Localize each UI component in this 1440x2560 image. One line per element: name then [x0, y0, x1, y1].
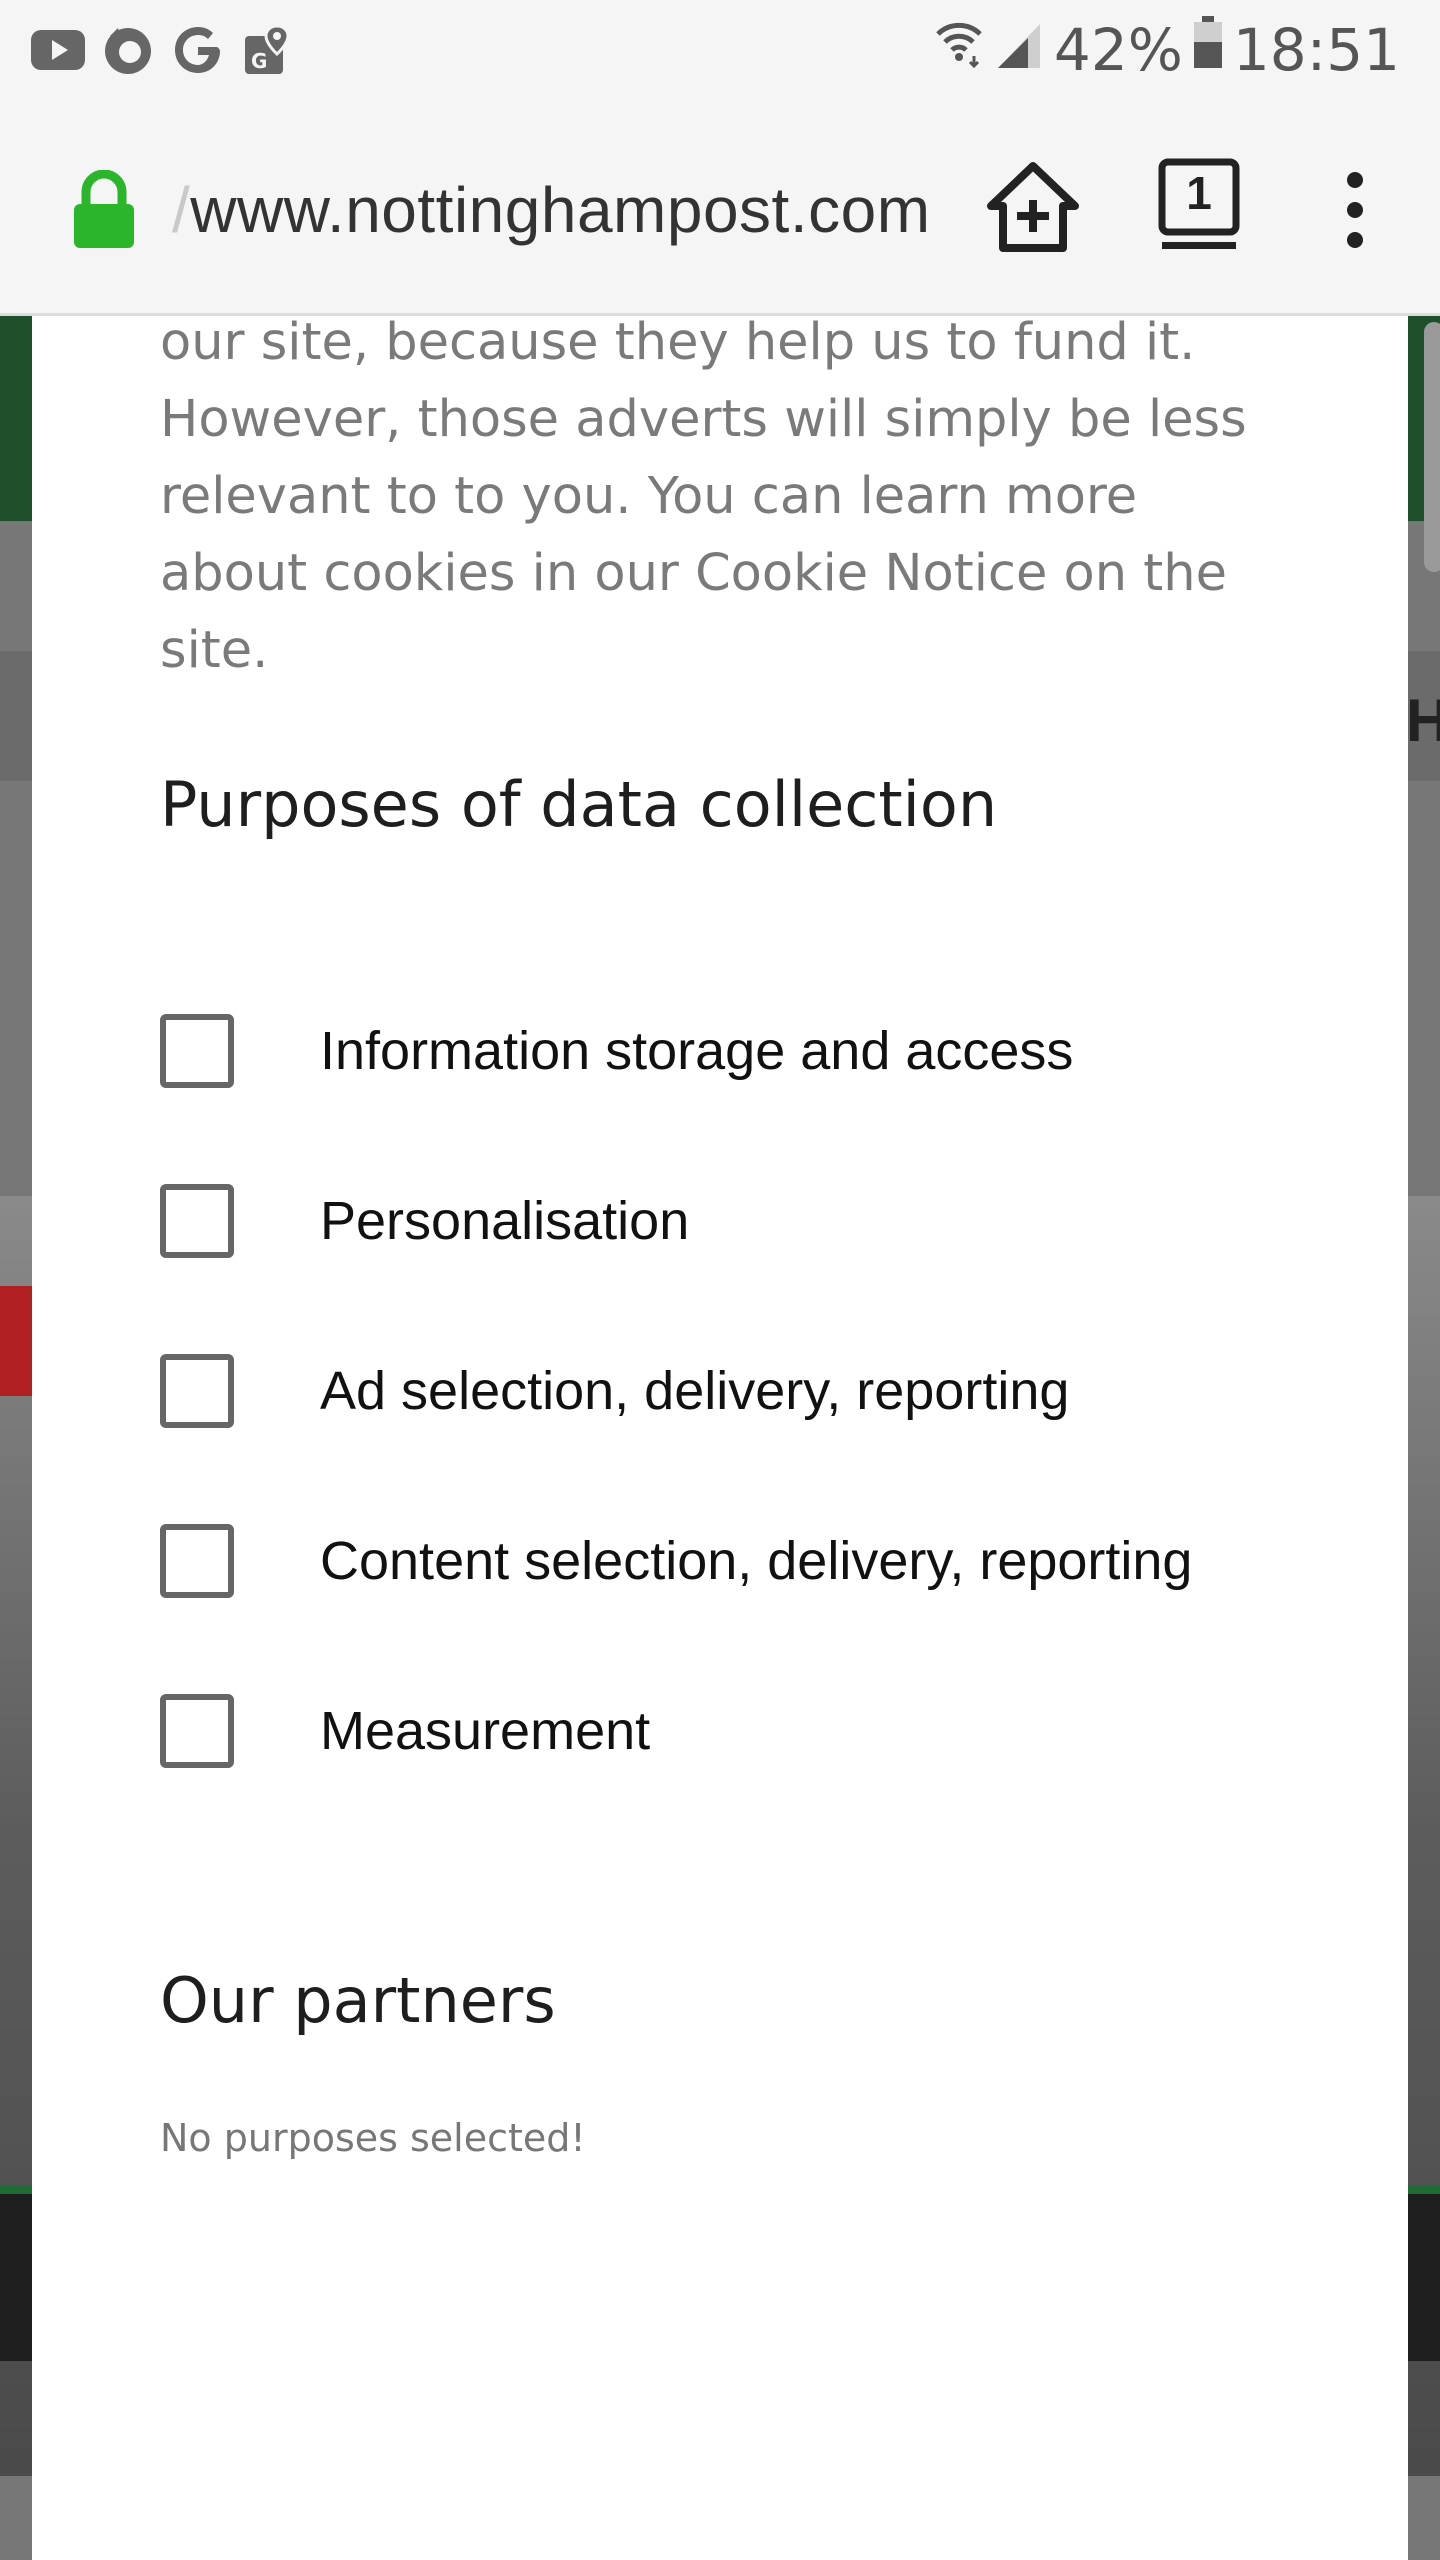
- status-indicators: 42% 18:51: [934, 14, 1400, 86]
- purpose-label: Personalisation: [320, 1191, 690, 1251]
- purpose-item-content-selection[interactable]: Content selection, delivery, reporting: [160, 1516, 1310, 1606]
- notification-icons: G: [30, 20, 296, 80]
- purpose-label: Measurement: [320, 1701, 651, 1761]
- wifi-icon: [934, 16, 984, 84]
- browser-toolbar: /www.nottinghampost.com 1: [0, 100, 1440, 316]
- intro-line: about cookies in our Cookie Notice on th…: [160, 544, 1227, 603]
- no-purposes-message: No purposes selected!: [160, 2116, 586, 2160]
- partners-heading: Our partners: [160, 1964, 556, 2037]
- background-scroll-handle: [1424, 322, 1440, 572]
- address-bar[interactable]: /www.nottinghampost.com: [172, 170, 931, 250]
- purpose-item-ad-selection[interactable]: Ad selection, delivery, reporting: [160, 1346, 1310, 1436]
- battery-icon: [1193, 16, 1223, 84]
- lock-icon[interactable]: [72, 169, 136, 250]
- google-icon: [170, 22, 226, 78]
- purpose-checkbox[interactable]: [160, 1014, 234, 1088]
- youtube-icon: [30, 22, 86, 78]
- url-prefix: /: [172, 174, 191, 246]
- purpose-label: Information storage and access: [320, 1021, 1074, 1081]
- purpose-item-information-storage[interactable]: Information storage and access: [160, 1006, 1310, 1096]
- intro-line: our site, because they help us to fund i…: [160, 316, 1196, 372]
- background-partial-text: HA: [1406, 687, 1440, 754]
- background-sign: [0, 1286, 34, 1396]
- purposes-heading: Purposes of data collection: [160, 768, 998, 841]
- intro-line: However, those adverts will simply be le…: [160, 390, 1247, 449]
- maps-icon: G: [240, 22, 296, 78]
- purpose-checkbox[interactable]: [160, 1184, 234, 1258]
- consent-modal: our site, because they help us to fund i…: [32, 316, 1408, 2560]
- intro-text: our site, because they help us to fund i…: [160, 316, 1320, 689]
- tab-switcher-button[interactable]: 1: [1158, 158, 1240, 254]
- svg-text:G: G: [251, 49, 267, 73]
- purpose-checkbox[interactable]: [160, 1354, 234, 1428]
- purpose-item-measurement[interactable]: Measurement: [160, 1686, 1310, 1776]
- purpose-item-personalisation[interactable]: Personalisation: [160, 1176, 1310, 1266]
- overflow-menu-icon[interactable]: [1330, 166, 1380, 256]
- status-bar: G 42% 18:51: [0, 0, 1440, 100]
- add-to-home-icon[interactable]: [985, 160, 1081, 256]
- purpose-checkbox[interactable]: [160, 1694, 234, 1768]
- intro-line: site.: [160, 621, 269, 680]
- tab-count: 1: [1186, 167, 1212, 219]
- firefox-icon: [100, 22, 156, 78]
- intro-line: relevant to to you. You can learn more: [160, 467, 1138, 526]
- url-text: www.nottinghampost.com: [190, 174, 931, 246]
- signal-icon: [994, 16, 1044, 84]
- purpose-label: Content selection, delivery, reporting: [320, 1531, 1193, 1591]
- purpose-label: Ad selection, delivery, reporting: [320, 1361, 1070, 1421]
- battery-percent: 42%: [1053, 16, 1183, 84]
- purpose-checkbox[interactable]: [160, 1524, 234, 1598]
- clock: 18:51: [1232, 16, 1400, 84]
